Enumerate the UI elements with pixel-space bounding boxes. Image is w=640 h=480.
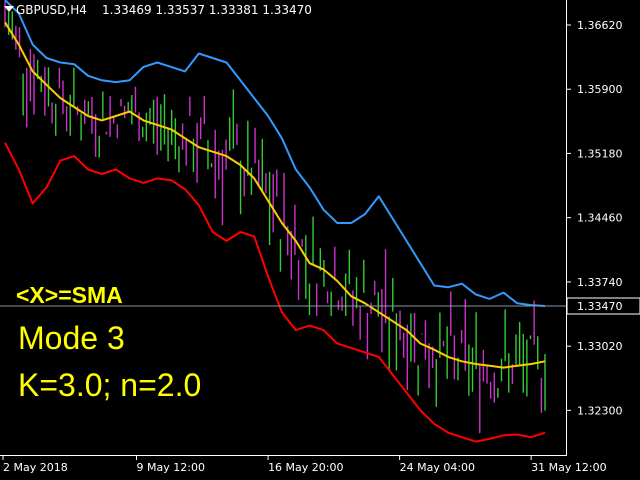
ohlc-quote: 1.33469 1.33537 1.33381 1.33470 bbox=[102, 3, 312, 17]
chart-header: GBPUSD,H4 1.33469 1.33537 1.33381 1.3347… bbox=[4, 3, 312, 17]
time-tick-label: 9 May 12:00 bbox=[137, 461, 205, 474]
price-tick-label: 1.32300 bbox=[577, 404, 623, 417]
time-tick-label: 31 May 12:00 bbox=[531, 461, 606, 474]
time-tick-label: 16 May 20:00 bbox=[268, 461, 343, 474]
time-tick-label: 24 May 04:00 bbox=[400, 461, 475, 474]
price-tick-label: 1.33740 bbox=[577, 276, 623, 289]
price-tick-label: 1.33020 bbox=[577, 340, 623, 353]
price-tick-label: 1.36620 bbox=[577, 19, 623, 32]
overlay-line-1: <X>=SMA bbox=[16, 282, 123, 308]
current-price-label: 1.33470 bbox=[566, 297, 640, 315]
chart-background bbox=[0, 0, 640, 480]
current-price-text: 1.33470 bbox=[577, 300, 623, 313]
overlay-line-3: K=3.0; n=2.0 bbox=[18, 367, 201, 403]
price-tick-label: 1.35900 bbox=[577, 83, 623, 96]
overlay-line-2: Mode 3 bbox=[18, 320, 125, 356]
price-tick-label: 1.35180 bbox=[577, 147, 623, 160]
price-tick-label: 1.34460 bbox=[577, 212, 623, 225]
price-chart[interactable]: 1.36620 1.35900 1.35180 1.34460 1.33740 1.330… bbox=[0, 0, 640, 480]
time-tick-label: 2 May 2018 bbox=[3, 461, 68, 474]
symbol-label: GBPUSD,H4 bbox=[16, 3, 87, 17]
